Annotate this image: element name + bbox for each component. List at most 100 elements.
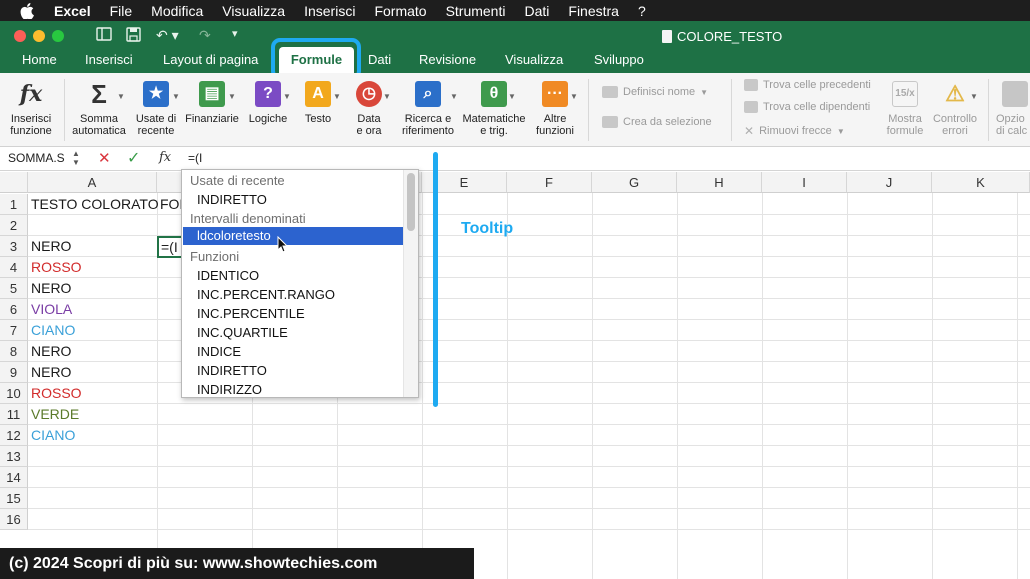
- autocomplete-item[interactable]: INC.PERCENTILE: [197, 306, 305, 321]
- tab-layout-di-pagina[interactable]: Layout di pagina: [163, 52, 258, 67]
- redo-icon[interactable]: ↷: [199, 27, 211, 44]
- column-header-i[interactable]: I: [762, 172, 847, 193]
- row-header-5[interactable]: 5: [0, 278, 28, 299]
- column-header-j[interactable]: J: [847, 172, 932, 193]
- autocomplete-item[interactable]: IDENTICO: [197, 268, 259, 283]
- cell-a4[interactable]: ROSSO: [31, 257, 82, 278]
- cell-a3[interactable]: NERO: [31, 236, 71, 257]
- remove-arrows-button[interactable]: ✕ Rimuovi frecce ▼: [744, 124, 845, 138]
- menu-help[interactable]: ?: [638, 3, 646, 19]
- formula-autocomplete-dropdown[interactable]: Usate di recente INDIRETTO Intervalli de…: [181, 169, 419, 398]
- column-header-k[interactable]: K: [932, 172, 1030, 193]
- row-header-15[interactable]: 15: [0, 488, 28, 509]
- close-window-button[interactable]: [14, 30, 26, 42]
- row-header-10[interactable]: 10: [0, 383, 28, 404]
- math-trig-button[interactable]: θ Matematiche e trig. ▼: [460, 73, 528, 137]
- dropdown-scrollbar[interactable]: [403, 170, 418, 397]
- cell-a5[interactable]: NERO: [31, 278, 71, 299]
- calc-options-button[interactable]: Opzio di calc: [996, 73, 1030, 137]
- logical-button[interactable]: ? Logiche ▼: [245, 73, 291, 125]
- autocomplete-item[interactable]: INDIRETTO: [197, 363, 267, 378]
- row-header-3[interactable]: 3: [0, 236, 28, 257]
- error-checking-button[interactable]: ⚠ Controllo errori ▼: [928, 73, 982, 138]
- select-all-corner[interactable]: [0, 172, 28, 193]
- cell-a10[interactable]: ROSSO: [31, 383, 82, 404]
- column-header-h[interactable]: H: [677, 172, 762, 193]
- row-header-14[interactable]: 14: [0, 467, 28, 488]
- menu-file[interactable]: File: [110, 3, 133, 19]
- save-icon[interactable]: [126, 27, 141, 45]
- tab-revisione[interactable]: Revisione: [419, 52, 476, 67]
- row-header-8[interactable]: 8: [0, 341, 28, 362]
- menu-formato[interactable]: Formato: [374, 3, 426, 19]
- trace-precedents-button[interactable]: Trova celle precedenti: [744, 79, 871, 91]
- cell-a9[interactable]: NERO: [31, 362, 71, 383]
- autocomplete-item[interactable]: INDIRIZZO: [197, 382, 262, 397]
- menu-visualizza[interactable]: Visualizza: [222, 3, 285, 19]
- autosum-button[interactable]: Σ Somma automatica ▼: [70, 73, 128, 137]
- create-from-selection-button[interactable]: Crea da selezione: [602, 116, 712, 128]
- row-header-16[interactable]: 16: [0, 509, 28, 530]
- autocomplete-item[interactable]: INC.PERCENT.RANGO: [197, 287, 335, 302]
- menu-app-excel[interactable]: Excel: [54, 3, 91, 19]
- row-header-12[interactable]: 12: [0, 425, 28, 446]
- column-header-f[interactable]: F: [507, 172, 592, 193]
- menu-inserisci[interactable]: Inserisci: [304, 3, 355, 19]
- tab-home[interactable]: Home: [22, 52, 57, 67]
- column-header-g[interactable]: G: [592, 172, 677, 193]
- cell-a7[interactable]: CIANO: [31, 320, 75, 341]
- autocomplete-item[interactable]: INDIRETTO: [197, 192, 267, 207]
- row-header-6[interactable]: 6: [0, 299, 28, 320]
- define-name-button[interactable]: Definisci nome ▼: [602, 86, 708, 98]
- cell-a6[interactable]: VIOLA: [31, 299, 72, 320]
- name-box[interactable]: SOMMA.S: [8, 151, 65, 165]
- customize-toolbar-icon[interactable]: ▾: [232, 27, 238, 40]
- show-formulas-button[interactable]: 15/x Mostra formule: [882, 73, 928, 137]
- menu-dati[interactable]: Dati: [524, 3, 549, 19]
- menu-modifica[interactable]: Modifica: [151, 3, 203, 19]
- zoom-window-button[interactable]: [52, 30, 64, 42]
- row-header-11[interactable]: 11: [0, 404, 28, 425]
- text-button[interactable]: A Testo ▼: [297, 73, 341, 125]
- tab-visualizza[interactable]: Visualizza: [505, 52, 563, 67]
- tab-inserisci[interactable]: Inserisci: [85, 52, 133, 67]
- financial-button[interactable]: ▤ Finanziarie ▼: [183, 73, 241, 125]
- row-header-1[interactable]: 1: [0, 194, 28, 215]
- autocomplete-item-selected[interactable]: ldcoloretesto: [183, 227, 404, 245]
- date-time-button[interactable]: ◷ Data e ora ▼: [347, 73, 391, 137]
- cancel-formula-icon[interactable]: ✕: [98, 149, 111, 167]
- tab-dati[interactable]: Dati: [368, 52, 391, 67]
- trace-dependents-button[interactable]: Trova celle dipendenti: [744, 101, 870, 113]
- confirm-formula-icon[interactable]: ✓: [127, 148, 140, 168]
- row-header-7[interactable]: 7: [0, 320, 28, 341]
- sidebar-toggle-icon[interactable]: [96, 27, 112, 44]
- apple-icon[interactable]: [20, 2, 40, 19]
- row-header-13[interactable]: 13: [0, 446, 28, 467]
- gridline: [28, 340, 1030, 341]
- undo-icon[interactable]: ↶ ▾: [156, 27, 179, 44]
- row-header-4[interactable]: 4: [0, 257, 28, 278]
- cell-a8[interactable]: NERO: [31, 341, 71, 362]
- cell-a11[interactable]: VERDE: [31, 404, 79, 425]
- autocomplete-item[interactable]: INDICE: [197, 344, 241, 359]
- trace-arrow-icon: [744, 79, 758, 91]
- spreadsheet-grid[interactable]: A B C D E F G H I J K 1 2 3 4 5 6 7 8 9 …: [0, 172, 1030, 579]
- lookup-reference-button[interactable]: ⌕ Ricerca e riferimento ▼: [398, 73, 458, 137]
- cell-a12[interactable]: CIANO: [31, 425, 75, 446]
- row-header-2[interactable]: 2: [0, 215, 28, 236]
- recent-functions-button[interactable]: ★ Usate di recente ▼: [132, 73, 180, 137]
- cell-a1[interactable]: TESTO COLORATO: [31, 194, 159, 215]
- autocomplete-item[interactable]: INC.QUARTILE: [197, 325, 288, 340]
- more-functions-button[interactable]: ··· Altre funzioni ▼: [532, 73, 578, 137]
- name-box-stepper-icon[interactable]: ▲ ▼: [72, 149, 80, 167]
- scrollbar-thumb[interactable]: [407, 173, 415, 231]
- tab-sviluppo[interactable]: Sviluppo: [594, 52, 644, 67]
- minimize-window-button[interactable]: [33, 30, 45, 42]
- column-header-a[interactable]: A: [28, 172, 157, 193]
- fx-icon[interactable]: fx: [159, 150, 171, 165]
- formula-input[interactable]: =(I: [188, 151, 202, 165]
- insert-function-button[interactable]: fx Inserisci funzione: [2, 73, 60, 137]
- row-header-9[interactable]: 9: [0, 362, 28, 383]
- menu-strumenti[interactable]: Strumenti: [446, 3, 506, 19]
- menu-finestra[interactable]: Finestra: [568, 3, 619, 19]
